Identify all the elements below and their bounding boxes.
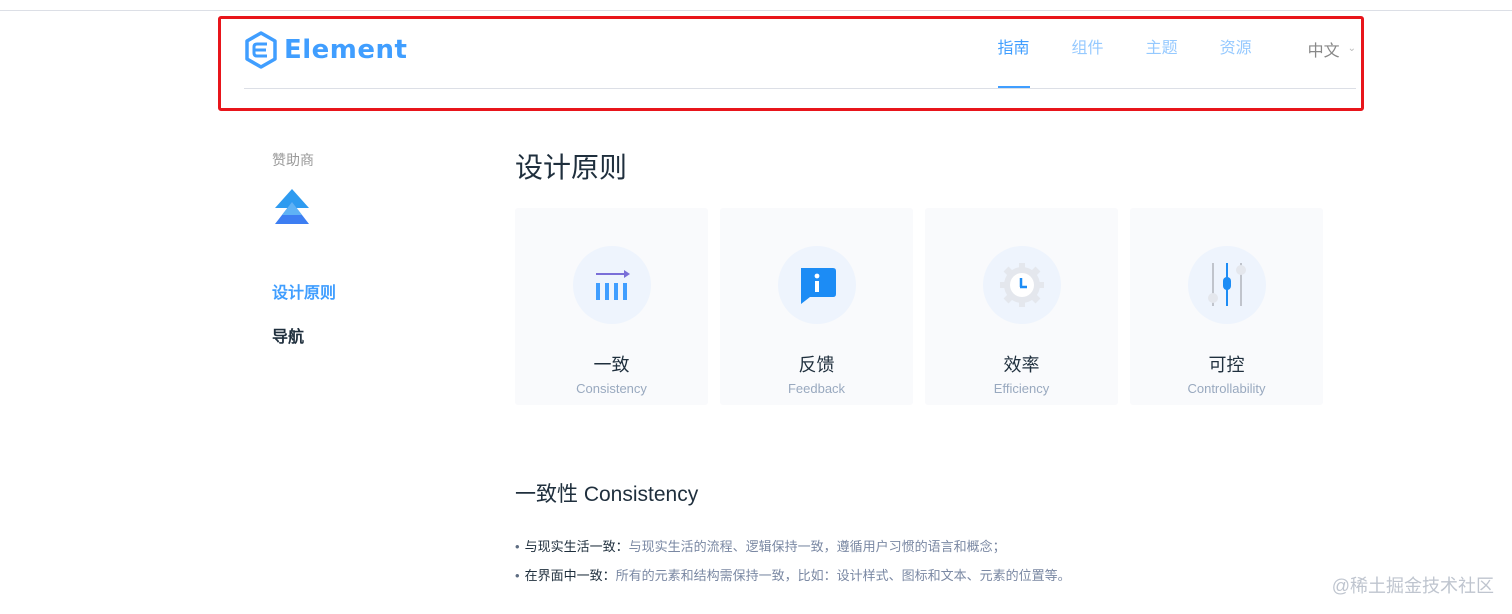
controllability-icon xyxy=(1187,246,1266,324)
card-feedback[interactable]: 反馈 Feedback xyxy=(720,208,913,405)
highlight-box xyxy=(218,16,1364,111)
section-title: 一致性 Consistency xyxy=(515,483,699,506)
principle-cards: 一致 Consistency 反馈 Feedback 效率 Efficiency… xyxy=(515,208,1335,405)
sponsor-label: 赞助商 xyxy=(272,152,314,168)
card-subtitle: Consistency xyxy=(576,381,647,396)
sidebar-item-design-principles[interactable]: 设计原则 xyxy=(272,279,452,303)
page-title: 设计原则 xyxy=(515,152,628,183)
card-consistency[interactable]: 一致 Consistency xyxy=(515,208,708,405)
efficiency-icon xyxy=(982,246,1061,324)
watermark: @稀土掘金技术社区 xyxy=(1331,576,1494,596)
bullet-dot-icon: • xyxy=(515,568,520,583)
consistency-list: • 与现实生活一致：与现实生活的流程、逻辑保持一致，遵循用户习惯的语言和概念； •… xyxy=(515,532,1071,590)
sponsor-arrow-icon xyxy=(275,189,309,224)
sidebar-item-navigation[interactable]: 导航 xyxy=(272,323,452,347)
card-subtitle: Feedback xyxy=(787,381,846,396)
sidebar: 赞助商 设计原则 导航 xyxy=(272,150,452,347)
main-content: 设计原则 一致 Consistency 反馈 Feedback 效率 Effic… xyxy=(515,140,1335,583)
bullet-lead: 在界面中一致： xyxy=(524,568,616,583)
card-title: 一致 xyxy=(593,355,630,375)
sponsor-logo[interactable] xyxy=(274,188,452,233)
card-controllability[interactable]: 可控 Controllability xyxy=(1130,208,1323,405)
card-title: 可控 xyxy=(1208,355,1245,375)
feedback-icon xyxy=(777,246,856,324)
consistency-icon xyxy=(572,246,651,324)
card-subtitle: Efficiency xyxy=(993,381,1050,396)
card-efficiency[interactable]: 效率 Efficiency xyxy=(925,208,1118,405)
card-subtitle: Controllability xyxy=(1187,381,1266,396)
list-item: • 与现实生活一致：与现实生活的流程、逻辑保持一致，遵循用户习惯的语言和概念； xyxy=(515,532,1071,561)
bullet-lead: 与现实生活一致： xyxy=(524,539,629,554)
top-divider xyxy=(0,10,1512,11)
bullet-description: 所有的元素和结构需保持一致，比如：设计样式、图标和文本、元素的位置等。 xyxy=(615,568,1071,583)
bullet-description: 与现实生活的流程、逻辑保持一致，遵循用户习惯的语言和概念； xyxy=(628,539,1006,554)
card-title: 反馈 xyxy=(798,355,835,375)
card-title: 效率 xyxy=(1003,355,1040,375)
list-item: • 在界面中一致：所有的元素和结构需保持一致，比如：设计样式、图标和文本、元素的位… xyxy=(515,561,1071,590)
bullet-dot-icon: • xyxy=(515,539,520,554)
